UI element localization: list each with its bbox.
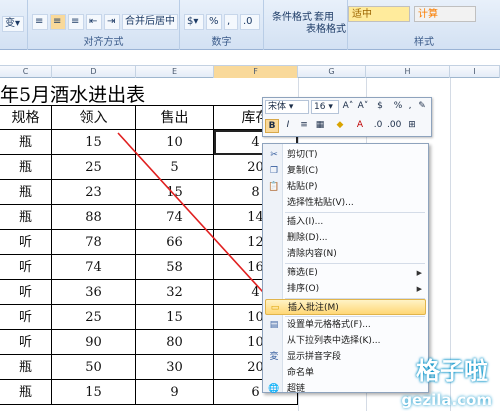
menu-item-copy[interactable]: ❐ 复制(C) [265, 163, 426, 179]
watermark: 格子啦 gezila.com [401, 351, 496, 409]
format-painter-icon[interactable]: ✎ [415, 100, 429, 114]
center-align-icon[interactable]: ≡ [297, 119, 311, 133]
decrease-decimal-icon[interactable]: .00 [387, 119, 401, 133]
menu-item-cut[interactable]: ✂ 剪切(T) [265, 147, 426, 163]
font-color-icon[interactable]: A [353, 119, 367, 133]
menu-separator [285, 212, 425, 213]
watermark-main: 格子啦 [416, 357, 488, 385]
menu-item-pick-list[interactable]: 从下拉列表中选择(K)... [265, 333, 426, 349]
menu-item-insert-label: 插入(I)... [287, 217, 324, 227]
menu-item-copy-label: 复制(C) [287, 166, 319, 176]
accounting-icon[interactable]: $ [373, 100, 387, 114]
submenu-arrow-icon: ▶ [416, 269, 422, 277]
submenu-arrow-icon: ▶ [416, 285, 422, 293]
menu-item-clear-label: 清除内容(N) [287, 249, 337, 259]
copy-icon: ❐ [269, 166, 279, 176]
menu-item-paste-special-label: 选择性粘贴(V)... [287, 198, 354, 208]
menu-item-define-name[interactable]: 命名单 [265, 365, 426, 381]
increase-decimal-icon[interactable]: .0 [371, 119, 385, 133]
menu-item-phonetic-label: 显示拼音字段 [287, 352, 342, 362]
fill-color-icon[interactable]: ◆ [333, 119, 347, 133]
menu-item-phonetic[interactable]: 変显示拼音字段 [265, 349, 426, 365]
paste-icon: 📋 [268, 182, 280, 192]
menu-item-clear[interactable]: 清除内容(N) [265, 246, 426, 262]
menu-item-insert[interactable]: 插入(I)... [265, 214, 426, 230]
menu-item-format-cells-label: 设置单元格格式(F)... [287, 320, 371, 330]
menu-item-paste-special[interactable]: 选择性粘贴(V)... [265, 195, 426, 211]
grow-font-icon[interactable]: A˄ [341, 100, 355, 114]
menu-item-delete[interactable]: 删除(D)... [265, 230, 426, 246]
menu-item-sort-label: 排序(O) [287, 284, 320, 294]
italic-button[interactable]: I [281, 119, 295, 133]
menu-item-hyperlink-label: 超链 [287, 384, 306, 393]
bold-button[interactable]: B [265, 119, 279, 133]
menu-item-paste[interactable]: 📋 粘贴(P) [265, 179, 426, 195]
menu-item-insert-comment[interactable]: ▭ 插入批注(M) [265, 299, 426, 315]
phonetic-icon: 変 [269, 352, 279, 362]
menu-item-cut-label: 剪切(T) [287, 150, 318, 160]
shrink-font-icon[interactable]: A˅ [356, 100, 370, 114]
menu-item-insert-comment-label: 插入批注(M) [288, 303, 339, 313]
mini-size-dropdown[interactable]: 16 ▾ [311, 100, 339, 114]
hyperlink-icon: 🌐 [268, 384, 280, 393]
menu-item-format-cells[interactable]: ▤ 设置单元格格式(F)... [265, 317, 426, 333]
mini-toolbar: 宋体 ▾ 16 ▾ A˄ A˅ $ % , ✎ B I ≡ ▦ ◆ A .0 .… [262, 97, 432, 137]
menu-item-delete-label: 删除(D)... [287, 233, 328, 243]
format-cells-icon: ▤ [269, 320, 279, 330]
mini-font-dropdown[interactable]: 宋体 ▾ [265, 100, 309, 114]
merge-cells-icon[interactable]: ⊞ [405, 119, 419, 133]
menu-separator [285, 263, 425, 264]
watermark-sub: gezila.com [401, 391, 492, 409]
menu-item-pick-list-label: 从下拉列表中选择(K)... [287, 336, 381, 346]
menu-item-paste-label: 粘贴(P) [287, 182, 318, 192]
mini-size-label: 16 [314, 102, 326, 112]
borders-icon[interactable]: ▦ [313, 119, 327, 133]
menu-item-filter[interactable]: 筛选(E) ▶ [265, 265, 426, 281]
comment-icon: ▭ [270, 303, 280, 313]
mini-font-label: 宋体 [268, 102, 287, 112]
menu-item-filter-label: 筛选(E) [287, 268, 318, 278]
menu-item-define-name-label: 命名单 [287, 368, 315, 378]
menu-item-sort[interactable]: 排序(O) ▶ [265, 281, 426, 297]
scissors-icon: ✂ [270, 150, 278, 160]
